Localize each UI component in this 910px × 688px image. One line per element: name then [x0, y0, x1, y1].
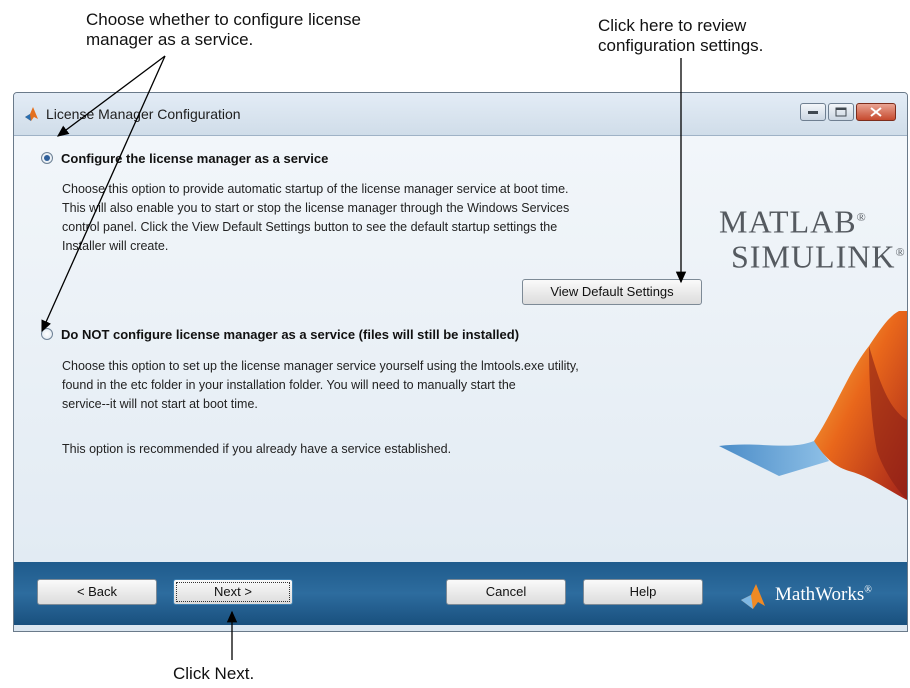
option-do-not-configure-label[interactable]: Do NOT configure license manager as a se…	[61, 327, 519, 342]
option-do-not-configure-description: Choose this option to set up the license…	[62, 357, 579, 414]
description-line: control panel. Click the View Default Se…	[62, 220, 558, 234]
logo-line-matlab: MATLAB	[719, 203, 857, 240]
minimize-icon	[808, 111, 818, 114]
maximize-button[interactable]	[828, 103, 854, 121]
dialog-content: Configure the license manager as a servi…	[14, 136, 907, 562]
description-line: found in the etc folder in your installa…	[62, 378, 516, 392]
minimize-button[interactable]	[800, 103, 826, 121]
annotation-review-settings: Click here to review configuration setti…	[598, 16, 763, 56]
description-line: Choose this option to set up the license…	[62, 359, 579, 373]
next-button[interactable]: Next >	[173, 579, 293, 605]
membrane-surface-graphic	[719, 311, 907, 500]
description-line: Installer will create.	[62, 239, 169, 253]
annotation-line: Click here to review	[598, 16, 747, 35]
dialog-footer: < Back Next > Cancel Help MathWorks®	[14, 562, 907, 625]
radio-do-not-configure[interactable]	[41, 328, 53, 340]
annotation-line: Choose whether to configure license	[86, 10, 361, 29]
annotation-configure-service: Choose whether to configure license mana…	[86, 10, 361, 50]
description-line: Choose this option to provide automatic …	[62, 182, 569, 196]
annotation-line: configuration settings.	[598, 36, 764, 55]
title-bar: License Manager Configuration	[14, 93, 907, 136]
help-button[interactable]: Help	[583, 579, 703, 605]
back-button[interactable]: < Back	[37, 579, 157, 605]
option-configure-service-label[interactable]: Configure the license manager as a servi…	[61, 151, 328, 166]
matlab-app-icon	[25, 107, 38, 121]
cancel-button[interactable]: Cancel	[446, 579, 566, 605]
radio-configure-service[interactable]	[41, 152, 53, 164]
close-button[interactable]	[856, 103, 896, 121]
window-title: License Manager Configuration	[46, 106, 241, 122]
annotation-click-next: Click Next.	[173, 664, 255, 683]
view-default-settings-button[interactable]: View Default Settings	[522, 279, 702, 305]
matlab-simulink-logo: MATLAB® SIMULINK®	[719, 202, 907, 275]
registered-mark: ®	[856, 210, 867, 224]
mathworks-logo: MathWorks®	[739, 582, 899, 610]
registered-mark: ®	[895, 244, 906, 259]
mathworks-logo-icon	[741, 584, 765, 609]
logo-line-simulink: SIMULINK	[731, 238, 896, 275]
note-line: This option is recommended if you alread…	[62, 442, 452, 456]
mathworks-wordmark: MathWorks	[775, 584, 865, 605]
registered-mark: ®	[864, 584, 872, 596]
description-line: This will also enable you to start or st…	[62, 201, 570, 215]
option-do-not-configure-note: This option is recommended if you alread…	[62, 440, 451, 459]
license-manager-window: License Manager Configuration Configure …	[13, 92, 908, 632]
maximize-icon	[835, 107, 847, 117]
option-configure-service-description: Choose this option to provide automatic …	[62, 180, 569, 256]
description-line: service--it will not start at boot time.	[62, 397, 258, 411]
annotation-line: manager as a service.	[86, 30, 254, 49]
close-icon	[870, 107, 882, 117]
